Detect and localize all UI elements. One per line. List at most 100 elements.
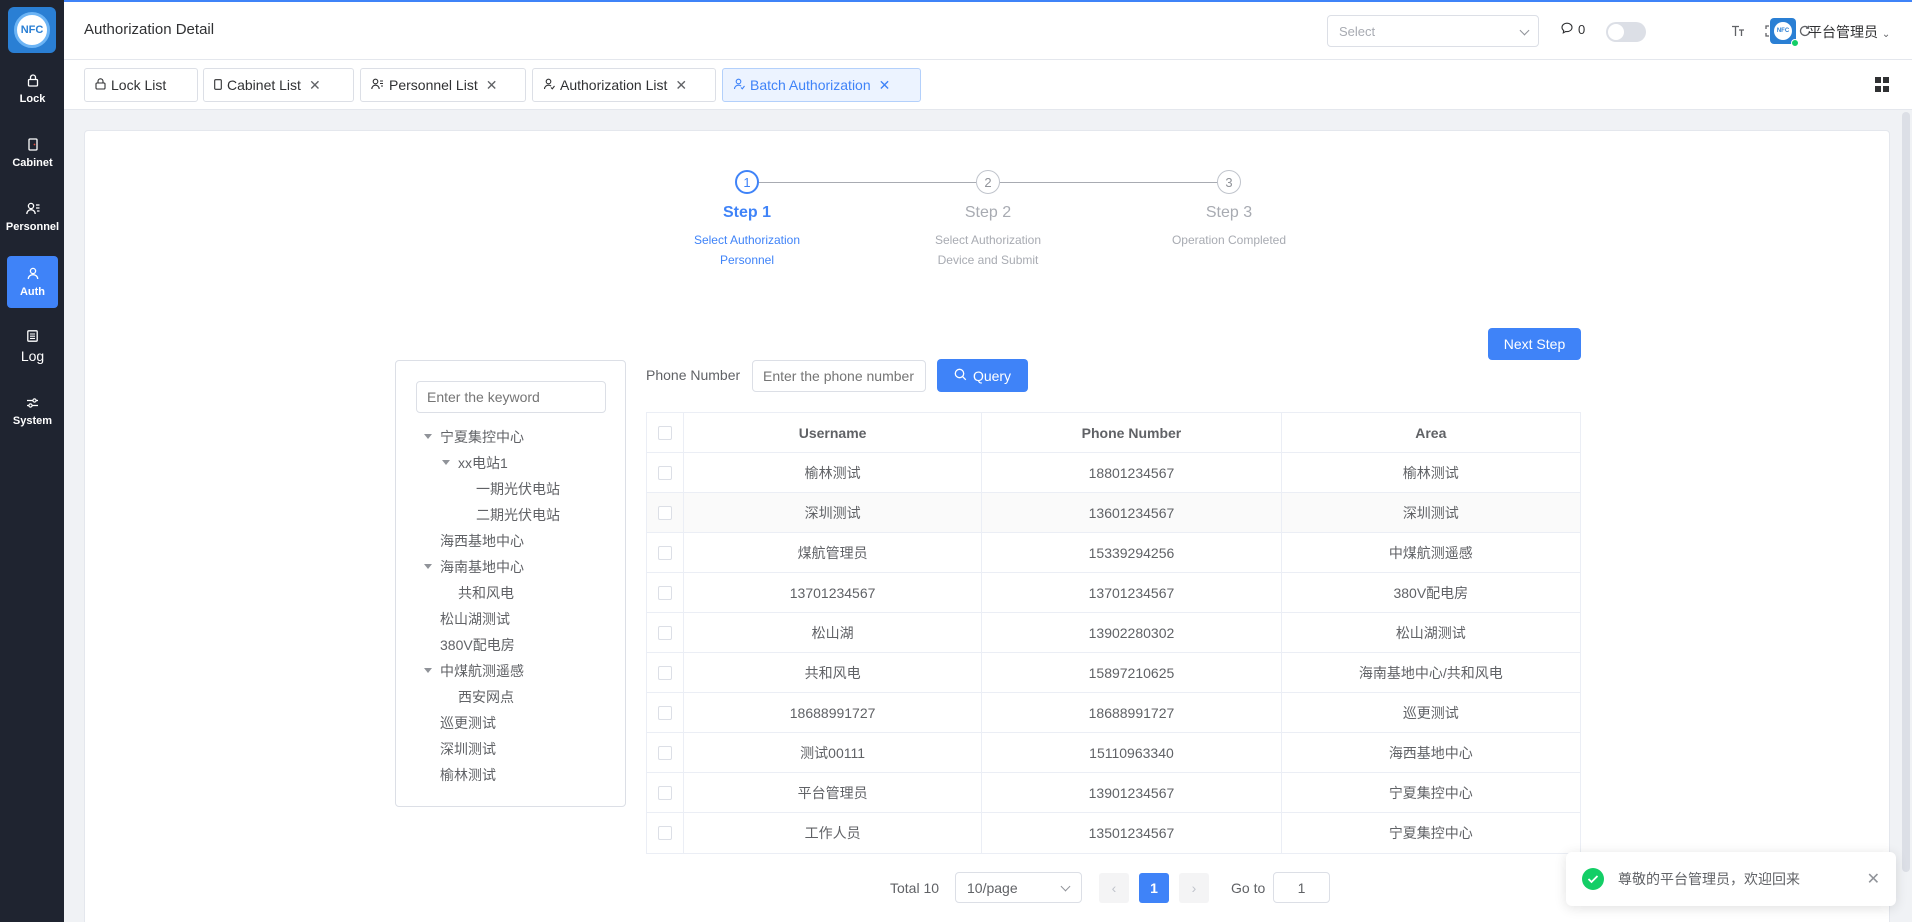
tree-search-input[interactable] (416, 381, 606, 413)
tree-node[interactable]: 松山湖测试 (440, 609, 510, 629)
table-row[interactable]: 松山湖 13902280302 松山湖测试 (647, 613, 1580, 653)
table-header-row: Username Phone Number Area (647, 413, 1580, 453)
sidebar-item-auth[interactable]: Auth (7, 256, 58, 308)
grid-menu-icon[interactable] (1875, 77, 1890, 92)
close-icon[interactable]: ✕ (309, 77, 321, 94)
next-step-button[interactable]: Next Step (1488, 328, 1581, 360)
table-row[interactable]: 13701234567 13701234567 380V配电房 (647, 573, 1580, 613)
tree-node[interactable]: 西安网点 (458, 687, 514, 707)
sidebar-item-personnel[interactable]: Personnel (6, 191, 59, 243)
tab-authorization-list[interactable]: Authorization List ✕ (532, 68, 716, 102)
page-number-button[interactable]: 1 (1139, 873, 1169, 903)
step-description: Select Authorization Device and Submit (918, 230, 1058, 270)
header-select[interactable]: Select (1327, 15, 1539, 47)
row-checkbox[interactable] (657, 745, 672, 760)
step-description: Operation Completed (1159, 230, 1299, 250)
phone-cell: 13902280302 (982, 613, 1282, 652)
row-checkbox[interactable] (657, 826, 672, 840)
select-all-checkbox[interactable] (657, 425, 672, 440)
close-icon[interactable]: ✕ (1867, 869, 1880, 889)
message-button[interactable]: 0 (1561, 22, 1585, 37)
prev-page-button[interactable]: ‹ (1099, 873, 1129, 903)
avatar[interactable]: NFC (1770, 18, 1799, 47)
user-menu[interactable]: 平台管理员 ⌄ (1808, 22, 1890, 42)
table-row[interactable]: 工作人员 13501234567 宁夏集控中心 (647, 813, 1580, 853)
caret-down-icon[interactable] (442, 460, 450, 465)
tree-node[interactable]: 一期光伏电站 (476, 479, 560, 499)
username-cell: 工作人员 (684, 813, 983, 853)
row-checkbox[interactable] (657, 785, 672, 800)
caret-down-icon[interactable] (424, 564, 432, 569)
row-checkbox[interactable] (657, 505, 672, 520)
sidebar-item-system[interactable]: System (7, 385, 58, 437)
caret-down-icon[interactable] (424, 434, 432, 439)
phone-cell: 13901234567 (982, 773, 1282, 812)
font-size-icon[interactable] (1730, 23, 1746, 39)
user-name: 平台管理员 (1808, 24, 1878, 40)
tree-node[interactable]: xx电站1 (458, 453, 508, 473)
table-row[interactable]: 煤航管理员 15339294256 中煤航测遥感 (647, 533, 1580, 573)
phone-number-input[interactable] (752, 360, 926, 392)
tab-personnel-list[interactable]: Personnel List ✕ (360, 68, 526, 102)
tree-node[interactable]: 榆林测试 (440, 765, 496, 785)
search-icon (954, 368, 967, 384)
phone-cell: 18801234567 (982, 453, 1282, 492)
tree-node[interactable]: 中煤航测遥感 (440, 661, 524, 681)
sidebar-item-label: Log (20, 347, 45, 364)
tree-node[interactable]: 深圳测试 (440, 739, 496, 759)
table-row[interactable]: 共和风电 15897210625 海南基地中心/共和风电 (647, 653, 1580, 693)
sidebar-item-label: Lock (19, 92, 46, 105)
chevron-left-icon: ‹ (1111, 880, 1117, 896)
row-checkbox-cell (647, 613, 684, 652)
row-checkbox[interactable] (657, 705, 672, 720)
row-checkbox[interactable] (657, 665, 672, 680)
area-cell: 宁夏集控中心 (1388, 825, 1473, 841)
tree-node[interactable]: 宁夏集控中心 (440, 427, 524, 447)
tab-lock-list[interactable]: Lock List (84, 68, 198, 102)
row-checkbox-cell (647, 813, 684, 853)
sidebar-item-log[interactable]: Log (7, 320, 58, 372)
row-checkbox[interactable] (657, 625, 672, 640)
page-title: Authorization Detail (84, 21, 215, 38)
app-logo[interactable]: NFC (8, 7, 56, 53)
page-size-select[interactable]: 10/page (955, 872, 1082, 903)
row-checkbox[interactable] (657, 465, 672, 480)
username-cell: 深圳测试 (684, 493, 983, 532)
row-checkbox[interactable] (657, 585, 672, 600)
step-number: 2 (976, 170, 1000, 194)
tree-node[interactable]: 海西基地中心 (440, 531, 524, 551)
close-icon[interactable]: ✕ (486, 77, 498, 94)
table-row[interactable]: 深圳测试 13601234567 深圳测试 (647, 493, 1580, 533)
table-row[interactable]: 榆林测试 18801234567 榆林测试 (647, 453, 1580, 493)
table-row[interactable]: 18688991727 18688991727 巡更测试 (647, 693, 1580, 733)
row-checkbox[interactable] (657, 545, 672, 560)
page-scrollbar[interactable] (1902, 112, 1910, 872)
tree-node[interactable]: 380V配电房 (440, 635, 515, 655)
tab-batch-authorization[interactable]: Batch Authorization ✕ (722, 68, 921, 102)
goto-page-input[interactable]: 1 (1273, 872, 1330, 903)
username-cell: 18688991727 (684, 693, 983, 732)
tab-cabinet-list[interactable]: Cabinet List ✕ (203, 68, 354, 102)
close-icon[interactable]: ✕ (675, 77, 687, 94)
phone-number-label: Phone Number (646, 367, 741, 383)
tab-bar: Lock List Cabinet List ✕ Personnel List … (64, 60, 1912, 110)
logo-text: NFC (14, 12, 50, 48)
tree-node[interactable]: 巡更测试 (440, 713, 496, 733)
table-row[interactable]: 平台管理员 13901234567 宁夏集控中心 (647, 773, 1580, 813)
caret-down-icon[interactable] (424, 668, 432, 673)
theme-toggle[interactable] (1606, 22, 1646, 42)
lock-icon (26, 74, 40, 88)
sidebar-item-lock[interactable]: Lock (7, 63, 58, 115)
step-description-line: Select Authorization (934, 233, 1042, 247)
tab-label: Lock List (111, 77, 167, 93)
query-button-label: Query (972, 367, 1012, 384)
tree-node[interactable]: 二期光伏电站 (476, 505, 560, 525)
tree-node[interactable]: 海南基地中心 (440, 557, 524, 577)
header-checkbox-cell (647, 413, 684, 452)
close-icon[interactable]: ✕ (879, 77, 891, 94)
sidebar-item-cabinet[interactable]: Cabinet (7, 127, 58, 179)
query-button[interactable]: Query (937, 359, 1028, 392)
next-page-button[interactable]: › (1179, 873, 1209, 903)
table-row[interactable]: 测试00111 15110963340 海西基地中心 (647, 733, 1580, 773)
tree-node[interactable]: 共和风电 (458, 583, 514, 603)
